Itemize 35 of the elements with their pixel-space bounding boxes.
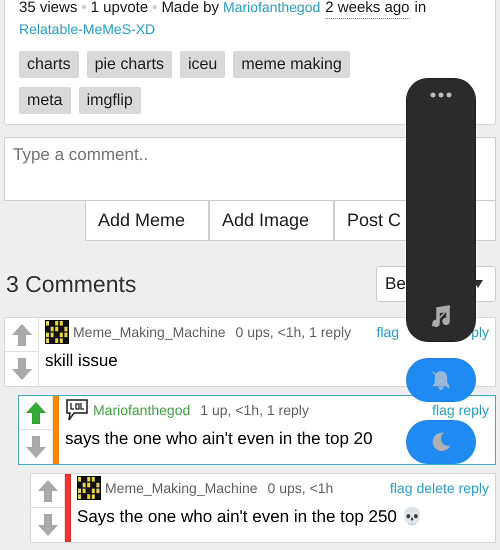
meta-text: 1 upvote <box>90 0 148 18</box>
tag-chip[interactable]: imgflip <box>78 87 141 114</box>
tag-chip[interactable]: charts <box>19 51 79 78</box>
comments-count: 3 Comments <box>5 270 136 299</box>
tag-chip[interactable]: pie charts <box>86 51 172 78</box>
comment-stats: 0 ups, <1h, 1 reply <box>236 324 352 340</box>
action-button[interactable]: Add Image <box>209 201 334 241</box>
username-link[interactable]: Mariofanthegod <box>93 402 190 418</box>
comment-text: says the one who ain't even in the top 20 <box>65 428 373 450</box>
upvote-arrow-icon[interactable] <box>24 400 46 424</box>
post-time: 2 weeks ago <box>325 0 410 19</box>
separator-dot: • <box>152 0 158 18</box>
music-off-icon[interactable] <box>429 304 453 328</box>
upvote-arrow-icon[interactable] <box>36 478 58 502</box>
bell-off-icon <box>430 369 452 391</box>
username-link[interactable]: Meme_Making_Machine <box>73 324 226 340</box>
downvote-arrow-icon[interactable] <box>10 357 32 381</box>
meta-text: 35 views <box>19 0 78 18</box>
downvote-arrow-icon[interactable] <box>24 435 46 459</box>
upvote-arrow-icon[interactable] <box>10 322 32 346</box>
moon-icon <box>430 431 452 453</box>
tag-chip[interactable]: meme making <box>233 51 350 78</box>
comment-stats: 1 up, <1h, 1 reply <box>200 402 309 418</box>
meta-text: Made by <box>161 0 219 18</box>
more-icon[interactable] <box>430 92 452 98</box>
comment-text: skill issue <box>45 350 118 372</box>
separator-dot: • <box>81 0 87 18</box>
meta-text: in <box>414 0 426 18</box>
tag-chip[interactable]: meta <box>19 87 71 114</box>
comment-stats: 0 ups, <1h <box>268 480 334 496</box>
username-link[interactable]: Meme_Making_Machine <box>105 480 258 496</box>
downvote-arrow-icon[interactable] <box>36 513 58 537</box>
tag-chip[interactable]: iceu <box>180 51 226 78</box>
action-button[interactable]: Add Meme <box>85 201 209 241</box>
comment-text: Says the one who ain't even in the top 250 💀 <box>77 506 423 528</box>
